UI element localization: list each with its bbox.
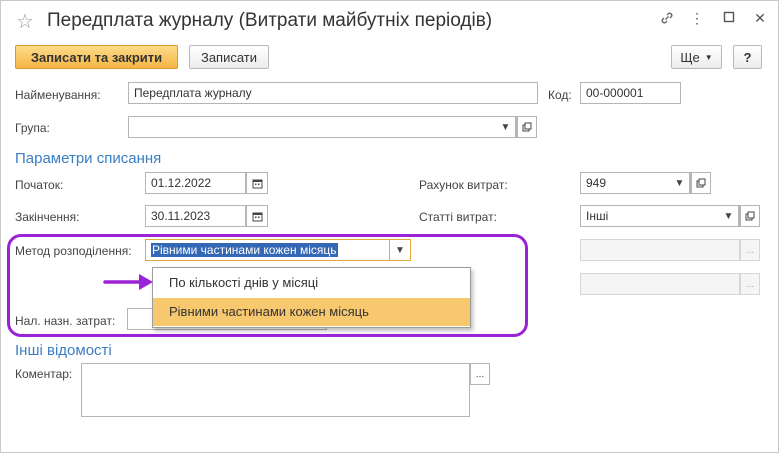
name-input[interactable]: Передплата журналу: [128, 82, 538, 104]
other-section-title: Інші відомості: [15, 342, 112, 359]
maximize-icon[interactable]: [720, 10, 738, 26]
start-date-input[interactable]: 01.12.2022: [145, 172, 246, 194]
account-label: Рахунок витрат:: [419, 178, 508, 192]
chevron-down-icon: ▼: [500, 121, 511, 133]
more-button[interactable]: Ще ▼: [671, 45, 722, 69]
link-icon[interactable]: [658, 10, 676, 29]
account-open-button[interactable]: [691, 172, 711, 194]
save-button[interactable]: Записати: [189, 45, 269, 69]
annotation-highlight-box: [7, 234, 528, 337]
disabled-field-2-button: ...: [740, 273, 760, 295]
annotation-arrow-icon: [103, 274, 153, 290]
cost-items-input[interactable]: Інші: [580, 205, 740, 227]
chevron-down-icon: ▼: [704, 52, 713, 62]
favorite-star-icon[interactable]: ☆: [16, 9, 34, 34]
code-input[interactable]: 00-000001: [580, 82, 681, 104]
comment-textarea[interactable]: [81, 363, 470, 417]
cost-items-label: Статті витрат:: [419, 210, 497, 224]
form-window: ☆ Передплата журналу (Витрати майбутніх …: [0, 0, 779, 453]
help-button[interactable]: ?: [733, 45, 762, 69]
open-form-icon: [522, 122, 532, 132]
open-form-icon: [745, 211, 755, 221]
calendar-icon: [252, 179, 262, 188]
window-title: Передплата журналу (Витрати майбутніх пе…: [47, 10, 493, 31]
disabled-field-1-button: ...: [740, 239, 760, 261]
end-date-input[interactable]: 30.11.2023: [145, 205, 246, 227]
disabled-field-2: [580, 273, 740, 295]
disabled-field-1: [580, 239, 740, 261]
group-input[interactable]: [128, 116, 517, 138]
save-and-close-button[interactable]: Записати та закрити: [15, 45, 178, 69]
calendar-icon: [252, 212, 262, 221]
account-dropdown-button[interactable]: ▼: [670, 172, 690, 194]
code-label: Код:: [548, 88, 572, 102]
end-calendar-button[interactable]: [246, 205, 268, 227]
group-dropdown-button[interactable]: ▼: [496, 116, 516, 138]
comment-edit-button[interactable]: ...: [470, 363, 490, 385]
end-label: Закінчення:: [15, 210, 80, 224]
start-label: Початок:: [15, 178, 64, 192]
chevron-down-icon: ▼: [723, 210, 734, 222]
start-calendar-button[interactable]: [246, 172, 268, 194]
more-button-label: Ще: [680, 49, 700, 65]
close-icon[interactable]: ✕: [751, 10, 769, 27]
cost-items-open-button[interactable]: [740, 205, 760, 227]
chevron-down-icon: ▼: [674, 177, 685, 189]
cost-items-dropdown-button[interactable]: ▼: [719, 205, 739, 227]
comment-label: Коментар:: [15, 367, 73, 381]
open-form-icon: [696, 178, 706, 188]
group-label: Група:: [15, 121, 50, 135]
name-label: Найменування:: [15, 88, 101, 102]
more-vertical-icon[interactable]: ⋮: [688, 10, 706, 27]
writeoff-section-title: Параметри списання: [15, 150, 162, 167]
group-open-button[interactable]: [517, 116, 537, 138]
